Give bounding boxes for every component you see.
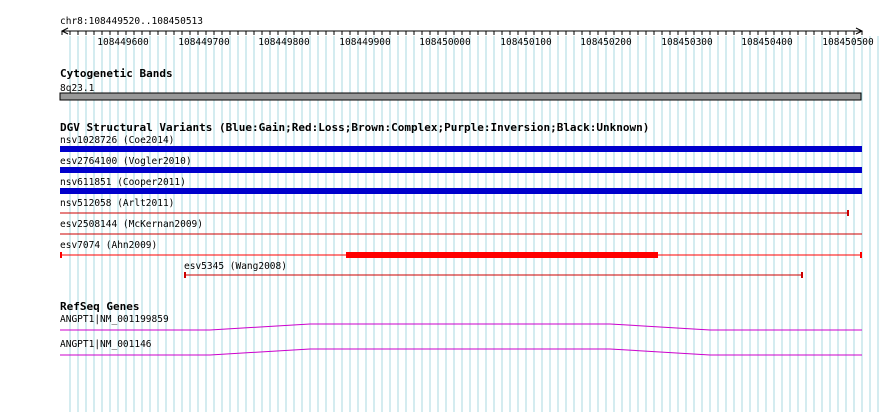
ruler-position-label: chr8:108449520..108450513	[60, 16, 203, 27]
variant-feature-bar[interactable]	[60, 167, 862, 173]
dgv-track-title: DGV Structural Variants (Blue:Gain;Red:L…	[60, 121, 649, 134]
ruler-tick-label: 108449700	[178, 37, 230, 48]
coordinate-ruler[interactable]: chr8:108449520..108450513 108449600 10844…	[60, 16, 874, 48]
variant-label: esv2764100 (Vogler2010)	[60, 156, 192, 167]
variant-label: nsv512058 (Arlt2011)	[60, 198, 174, 209]
ruler-tick-label: 108449800	[258, 37, 310, 48]
ruler-tick-label: 108450500	[822, 37, 874, 48]
ruler-tick-label: 108450400	[741, 37, 793, 48]
variant-label: nsv1028726 (Coe2014)	[60, 135, 174, 146]
ruler-tick-label: 108450300	[661, 37, 713, 48]
ruler-tick-label: 108450000	[419, 37, 471, 48]
cytoband-label: 8q23.1	[60, 83, 95, 94]
track-canvas: chr8:108449520..108450513 108449600 10844…	[59, 16, 879, 412]
variant-label: nsv611851 (Cooper2011)	[60, 177, 186, 188]
variant-feature-bar[interactable]	[60, 188, 862, 194]
variant-label: esv5345 (Wang2008)	[184, 261, 287, 272]
cytoband-track-title: Cytogenetic Bands	[60, 67, 173, 80]
genome-browser-view: chr8:108449520..108450513 108449600 10844…	[0, 0, 890, 412]
ruler-tick-label: 108450200	[580, 37, 632, 48]
variant-feature-bar[interactable]	[60, 146, 862, 152]
cytoband-bar[interactable]	[59, 92, 862, 101]
variant-label: esv7074 (Ahn2009)	[60, 240, 157, 251]
ruler-tick-label: 108449600	[97, 37, 149, 48]
ruler-ticks: 108449600 108449700 108449800 108449900 1084…	[61, 31, 874, 48]
variant-thick-region[interactable]	[346, 252, 658, 258]
gene-label: ANGPT1|NM_001146	[60, 339, 152, 350]
gene-label: ANGPT1|NM_001199859	[60, 314, 169, 325]
variant-label: esv2508144 (McKernan2009)	[60, 219, 203, 230]
cytoband-track[interactable]: Cytogenetic Bands 8q23.1	[59, 67, 862, 101]
refseq-track-title: RefSeq Genes	[60, 300, 139, 313]
ruler-tick-label: 108449900	[339, 37, 391, 48]
ruler-tick-label: 108450100	[500, 37, 552, 48]
